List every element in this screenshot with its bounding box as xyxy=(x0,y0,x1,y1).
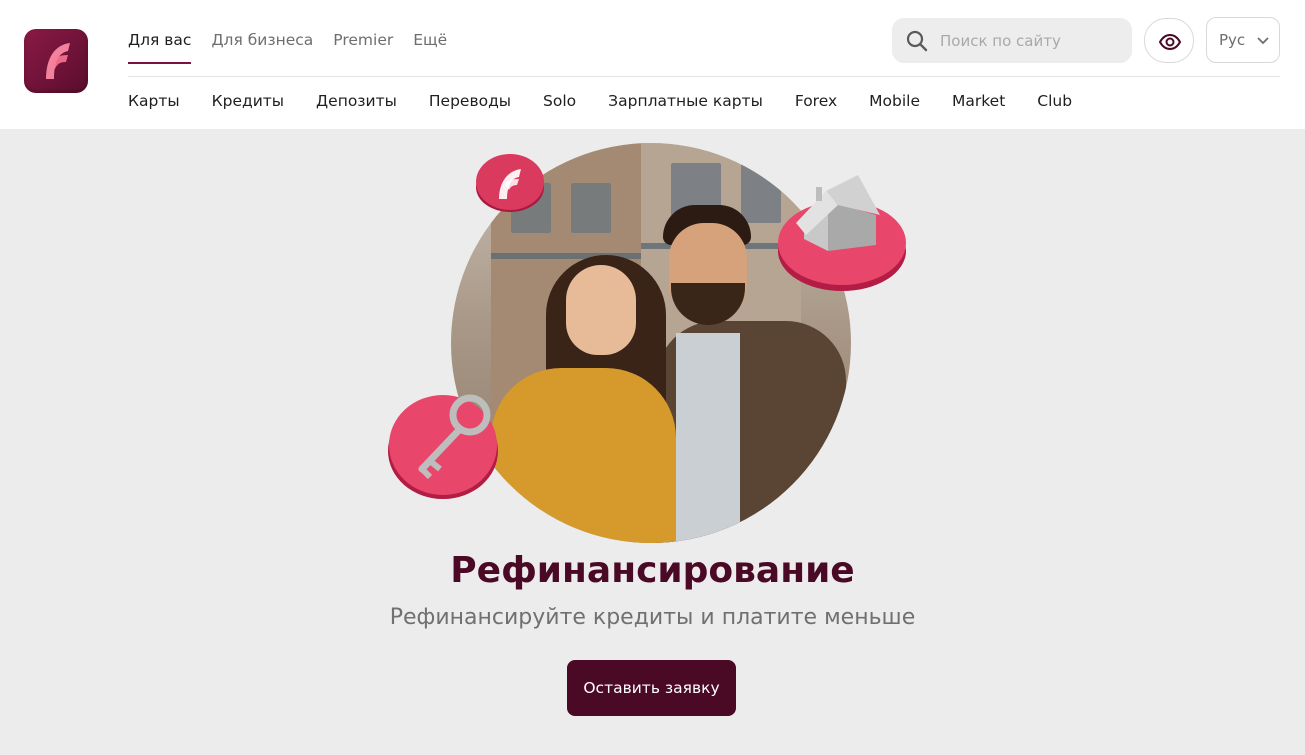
eye-icon xyxy=(1158,33,1182,51)
f-logo-icon xyxy=(46,43,70,79)
search-input[interactable] xyxy=(940,18,1120,63)
nav-mobile[interactable]: Mobile xyxy=(869,90,920,112)
chevron-down-icon xyxy=(1257,37,1269,45)
product-nav: Карты Кредиты Депозиты Переводы Solo Зар… xyxy=(128,90,1072,112)
tab-premier[interactable]: Premier xyxy=(333,30,393,64)
hero-subtitle: Рефинансируйте кредиты и платите меньше xyxy=(389,605,916,630)
language-select[interactable]: Рус xyxy=(1206,17,1280,63)
nav-salary-cards[interactable]: Зарплатные карты xyxy=(608,90,763,112)
bank-logo[interactable] xyxy=(24,29,88,93)
header-divider xyxy=(128,76,1280,77)
hero-title: Рефинансирование xyxy=(450,550,855,591)
tab-for-you[interactable]: Для вас xyxy=(128,30,192,64)
site-search[interactable] xyxy=(892,18,1132,63)
nav-deposits[interactable]: Депозиты xyxy=(316,90,397,112)
apply-button[interactable]: Оставить заявку xyxy=(567,660,736,716)
tab-for-business[interactable]: Для бизнеса xyxy=(211,30,313,64)
key-badge-icon xyxy=(388,394,498,499)
search-icon xyxy=(906,30,928,52)
accessibility-button[interactable] xyxy=(1144,18,1194,63)
audience-tabs: Для вас Для бизнеса Premier Ещё xyxy=(128,30,447,64)
site-header: Для вас Для бизнеса Premier Ещё Рус Карт… xyxy=(0,0,1305,129)
tab-more[interactable]: Ещё xyxy=(413,30,447,64)
nav-forex[interactable]: Forex xyxy=(795,90,837,112)
nav-credits[interactable]: Кредиты xyxy=(212,90,284,112)
nav-solo[interactable]: Solo xyxy=(543,90,576,112)
nav-club[interactable]: Club xyxy=(1037,90,1072,112)
f-badge-icon xyxy=(476,154,544,212)
nav-market[interactable]: Market xyxy=(952,90,1005,112)
language-label: Рус xyxy=(1219,31,1246,49)
house-badge-icon xyxy=(778,175,906,291)
nav-cards[interactable]: Карты xyxy=(128,90,180,112)
nav-transfers[interactable]: Переводы xyxy=(429,90,511,112)
